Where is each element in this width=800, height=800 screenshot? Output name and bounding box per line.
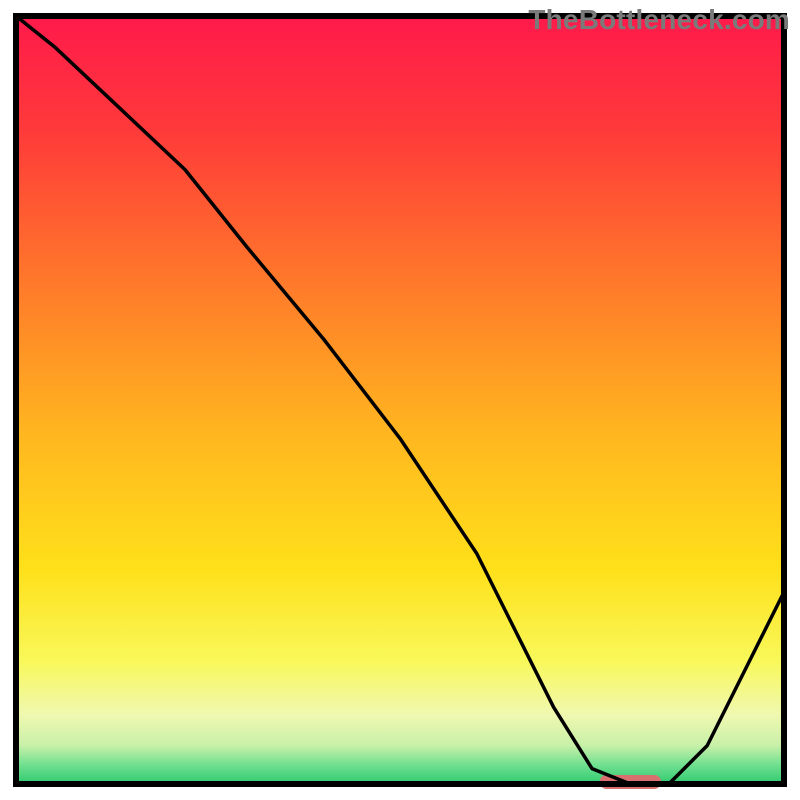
chart-svg [0, 0, 800, 800]
chart-background [16, 16, 784, 784]
watermark-text: TheBottleneck.com [528, 4, 790, 36]
bottleneck-chart: TheBottleneck.com [0, 0, 800, 800]
